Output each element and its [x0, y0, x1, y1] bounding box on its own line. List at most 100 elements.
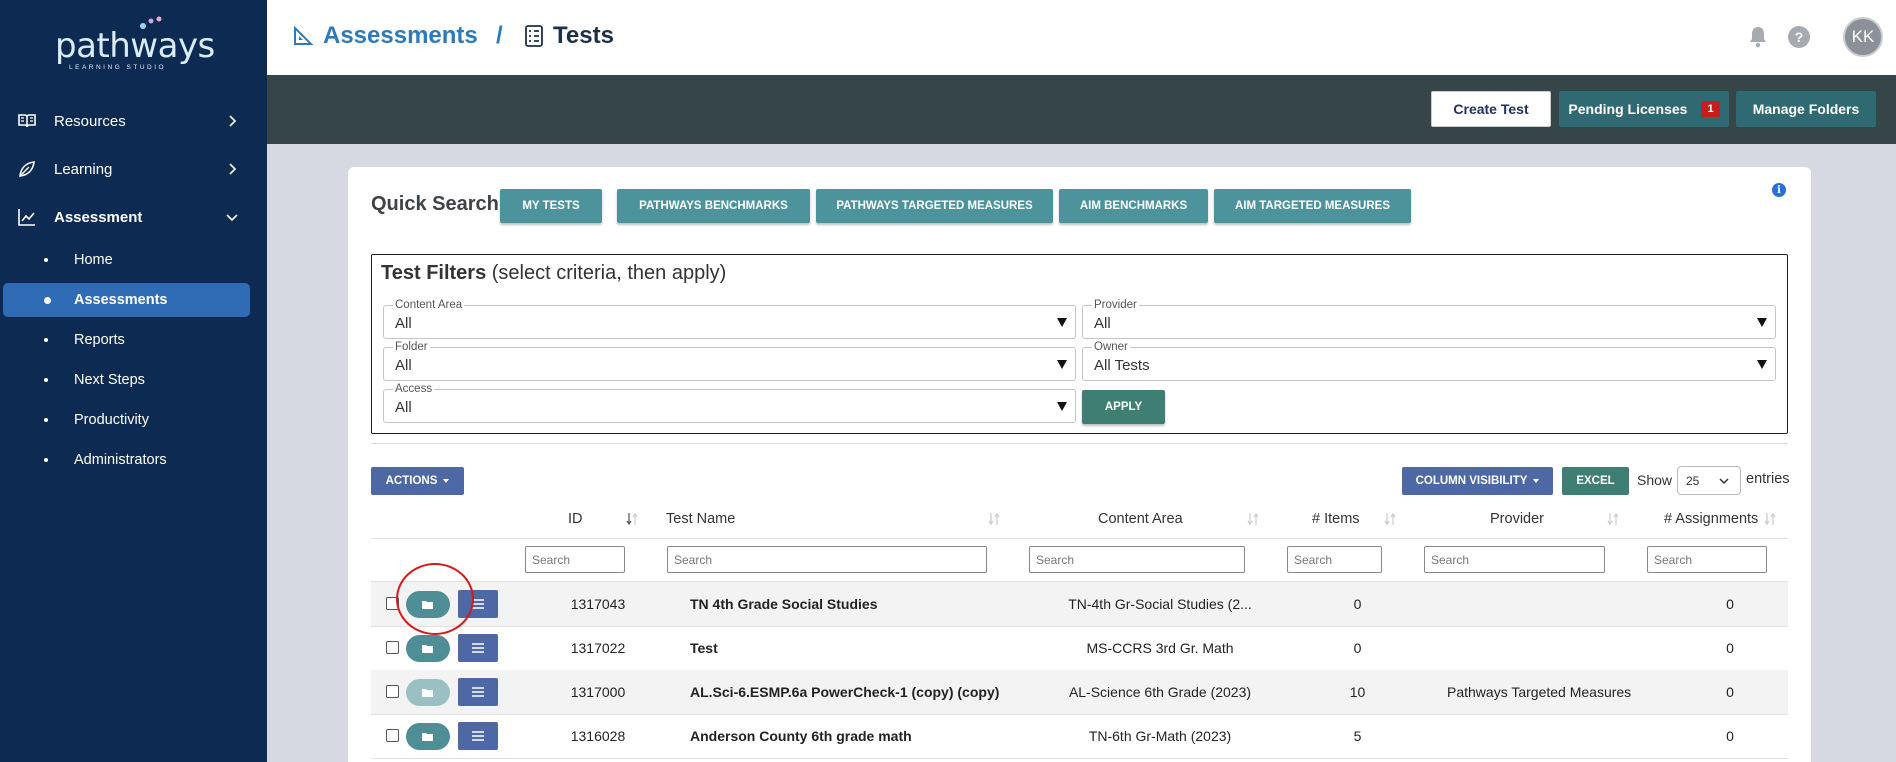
sort-desc-icon[interactable] — [626, 511, 638, 527]
chevron-down-icon — [1719, 478, 1729, 485]
cell-items: 0 — [1353, 640, 1362, 656]
chevron-right-icon — [229, 115, 237, 127]
folder-button[interactable] — [406, 635, 450, 662]
bell-icon[interactable] — [1745, 24, 1771, 50]
sidebar-subitem-reports[interactable]: Reports — [0, 323, 267, 357]
search-input-content-area[interactable]: Search — [1029, 546, 1245, 573]
sidebar-subitem-label: Administrators — [74, 452, 167, 468]
cell-items: 0 — [1353, 596, 1362, 612]
dropdown-arrow-icon — [1057, 318, 1067, 327]
manage-folders-button[interactable]: Manage Folders — [1736, 91, 1876, 127]
help-icon[interactable]: ? — [1786, 24, 1812, 50]
sidebar-item-learning[interactable]: Learning — [0, 149, 267, 189]
sort-icon[interactable] — [1247, 511, 1259, 527]
sort-icon[interactable] — [1607, 511, 1619, 527]
row-menu-button[interactable] — [458, 722, 498, 750]
owner-select[interactable]: Owner All Tests — [1082, 341, 1776, 381]
quick-search-pathways-benchmarks[interactable]: PATHWAYS BENCHMARKS — [617, 189, 810, 223]
column-visibility-button[interactable]: COLUMN VISIBILITY — [1402, 467, 1553, 495]
cell-id: 1316028 — [570, 728, 626, 744]
cell-test-name[interactable]: TN 4th Grade Social Studies — [690, 596, 878, 612]
sort-icon[interactable] — [1764, 511, 1776, 527]
row-checkbox[interactable] — [386, 729, 399, 742]
content-area-select[interactable]: Content Area All — [383, 299, 1076, 339]
dropdown-arrow-icon — [1757, 360, 1767, 369]
sidebar-subitem-label: Home — [74, 252, 113, 268]
row-checkbox[interactable] — [386, 641, 399, 654]
row-menu-button[interactable] — [458, 634, 498, 662]
breadcrumb-parent-label: Assessments — [323, 22, 478, 49]
filters-title-bold: Test Filters — [381, 262, 487, 284]
owner-label: Owner — [1092, 341, 1130, 353]
column-header-test-name[interactable]: Test Name — [666, 511, 735, 527]
search-input-provider[interactable]: Search — [1424, 546, 1605, 573]
create-test-button[interactable]: Create Test — [1431, 91, 1551, 127]
sort-icon[interactable] — [988, 511, 1000, 527]
action-toolbar: Create Test Pending Licenses 1 Manage Fo… — [267, 75, 1896, 144]
leaf-icon — [19, 161, 35, 177]
search-input-id[interactable]: Search — [525, 546, 625, 573]
sidebar-subitem-home[interactable]: Home — [0, 243, 267, 277]
bullet-icon — [44, 338, 48, 342]
checklist-icon — [525, 25, 543, 47]
breadcrumb-assessments[interactable]: Assessments — [293, 22, 478, 50]
breadcrumb-current-label: Tests — [553, 22, 614, 49]
sidebar-item-resources[interactable]: Resources — [0, 101, 267, 141]
column-header-items[interactable]: # Items — [1312, 511, 1360, 527]
sidebar-subitem-label: Assessments — [74, 292, 168, 308]
sidebar-subitem-administrators[interactable]: Administrators — [0, 443, 267, 477]
pathways-logo[interactable]: pathways LEARNING STUDIO — [55, 12, 215, 71]
test-filters-title: Test Filters (select criteria, then appl… — [381, 262, 726, 285]
user-avatar[interactable]: KK — [1843, 17, 1883, 57]
sidebar-subitem-productivity[interactable]: Productivity — [0, 403, 267, 437]
show-label: Show — [1637, 472, 1673, 488]
cell-test-name[interactable]: AL.Sci-6.ESMP.6a PowerCheck-1 (copy) (co… — [690, 684, 999, 700]
quick-search-label: Quick Search — [371, 193, 499, 215]
folder-button[interactable] — [406, 723, 450, 750]
quick-search-aim-benchmarks[interactable]: AIM BENCHMARKS — [1059, 189, 1208, 223]
sidebar-subitem-assessments[interactable]: Assessments — [3, 283, 250, 317]
excel-export-button[interactable]: EXCEL — [1562, 467, 1629, 495]
dropdown-arrow-icon — [1057, 360, 1067, 369]
row-checkbox[interactable] — [386, 685, 399, 698]
folder-button[interactable] — [406, 679, 450, 706]
cell-test-name[interactable]: Anderson County 6th grade math — [690, 728, 912, 744]
column-header-id[interactable]: ID — [568, 511, 583, 527]
cell-test-name[interactable]: Test — [690, 640, 718, 656]
column-header-assignments[interactable]: # Assignments — [1664, 511, 1758, 527]
entries-label: entries — [1746, 471, 1790, 487]
column-header-content-area[interactable]: Content Area — [1098, 511, 1183, 527]
quick-search-my-tests[interactable]: MY TESTS — [500, 189, 602, 223]
provider-label: Provider — [1092, 299, 1139, 311]
dropdown-arrow-icon — [1057, 402, 1067, 411]
apply-filters-button[interactable]: APPLY — [1082, 390, 1165, 424]
sort-icon[interactable] — [1384, 511, 1396, 527]
column-header-provider[interactable]: Provider — [1490, 511, 1544, 527]
bullet-icon — [44, 418, 48, 422]
sidebar-item-label: Resources — [54, 112, 126, 130]
actions-dropdown-button[interactable]: ACTIONS — [371, 467, 464, 495]
search-input-assignments[interactable]: Search — [1647, 546, 1767, 573]
caret-down-icon — [443, 479, 450, 483]
search-input-test-name[interactable]: Search — [667, 546, 987, 573]
bullet-icon — [44, 378, 48, 382]
row-menu-button[interactable] — [458, 678, 498, 706]
access-value: All — [395, 399, 412, 416]
search-input-items[interactable]: Search — [1287, 546, 1382, 573]
page-size-select[interactable]: 25 — [1677, 466, 1741, 495]
access-select[interactable]: Access All — [383, 383, 1076, 423]
quick-search-aim-targeted-measures[interactable]: AIM TARGETED MEASURES — [1214, 189, 1411, 223]
list-icon — [472, 643, 484, 653]
header-divider — [371, 538, 1788, 539]
page-size-value: 25 — [1686, 474, 1700, 488]
sidebar-subitem-label: Next Steps — [74, 372, 145, 388]
list-icon — [472, 687, 484, 697]
sidebar-item-assessment[interactable]: Assessment — [0, 197, 267, 237]
info-icon[interactable]: i — [1772, 183, 1786, 197]
provider-select[interactable]: Provider All — [1082, 299, 1776, 339]
pending-licenses-button[interactable]: Pending Licenses 1 — [1559, 91, 1729, 127]
chart-line-icon — [18, 209, 35, 226]
quick-search-pathways-targeted-measures[interactable]: PATHWAYS TARGETED MEASURES — [816, 189, 1053, 223]
sidebar-subitem-next-steps[interactable]: Next Steps — [0, 363, 267, 397]
folder-select[interactable]: Folder All — [383, 341, 1076, 381]
